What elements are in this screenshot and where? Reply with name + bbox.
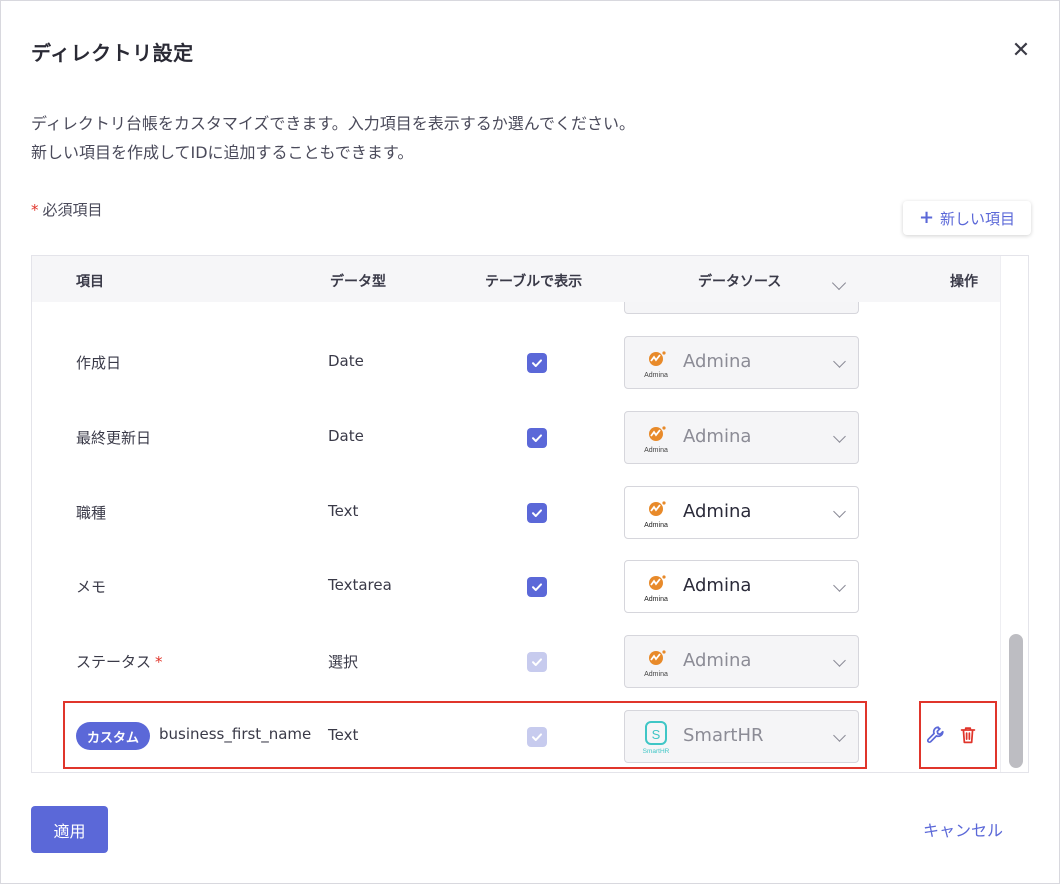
data-source-select-memo[interactable]: Admina Admina [624,560,859,613]
row-name-job: 職種 [76,504,107,522]
show-checkbox-memo[interactable] [527,577,547,597]
admina-logo-icon: Admina [644,501,668,529]
fields-table: 項目 データ型 テーブルで表示 データソース 操作 作成日 Date Admin… [31,255,1029,773]
required-note-label: 必須項目 [42,201,103,219]
row-type-job: Text [328,502,359,520]
cancel-button[interactable]: キャンセル [923,817,1003,841]
new-item-label: 新しい項目 [940,209,1016,228]
admina-logo-icon: Admina [644,426,668,454]
row-name-memo: メモ [76,578,107,596]
svg-text:Admina: Admina [644,447,668,454]
chevron-down-icon [833,579,846,592]
row-type-status: 選択 [328,653,359,671]
chevron-down-icon [833,654,846,667]
row-name-status-label: ステータス [76,653,152,671]
plus-icon: + [918,207,935,228]
row-type-memo: Textarea [328,576,392,594]
data-source-label: Admina [683,351,752,372]
data-source-label: Admina [683,426,752,447]
highlight-actions [919,701,997,769]
data-source-select-updated[interactable]: Admina Admina [624,411,859,464]
data-source-label: Admina [683,575,752,596]
show-checkbox-created[interactable] [527,353,547,373]
chevron-down-icon [833,505,846,518]
row-name-status: ステータス * [76,651,163,672]
data-source-label: Admina [683,501,752,522]
required-note: * 必須項目 [31,199,103,220]
admina-logo-icon: Admina [644,650,668,678]
svg-text:Admina: Admina [644,671,668,678]
header-data-source: データソース [698,274,782,290]
row-type-updated: Date [328,427,364,445]
highlight-custom-row [63,701,867,769]
data-source-label: Admina [683,650,752,671]
show-checkbox-updated[interactable] [527,428,547,448]
svg-text:Admina: Admina [644,596,668,603]
chevron-down-icon [833,355,846,368]
row-name-updated: 最終更新日 [76,429,152,447]
header-data-type: データ型 [330,274,386,290]
chevron-down-icon [831,275,847,291]
table-header: 項目 データ型 テーブルで表示 データソース 操作 [32,256,1000,302]
header-actions: 操作 [950,274,978,290]
data-source-select-job[interactable]: Admina Admina [624,486,859,539]
scrollbar-thumb[interactable] [1009,634,1023,768]
show-checkbox-job[interactable] [527,503,547,523]
data-source-select-created[interactable]: Admina Admina [624,336,859,389]
close-icon[interactable]: ✕ [1007,37,1035,65]
data-source-select-status[interactable]: Admina Admina [624,635,859,688]
header-show-in-table: テーブルで表示 [485,274,583,290]
required-star-icon: * [31,201,39,219]
description-line-1: ディレクトリ台帳をカスタマイズできます。入力項目を表示するか選んでください。 [31,114,636,133]
admina-logo-icon: Admina [644,575,668,603]
svg-text:Admina: Admina [644,522,668,529]
chevron-down-icon [833,430,846,443]
row-name-created: 作成日 [76,354,122,372]
required-star-icon: * [155,653,163,671]
admina-logo-icon: Admina [644,351,668,379]
new-item-button[interactable]: + 新しい項目 [903,201,1031,235]
svg-text:Admina: Admina [644,372,668,379]
directory-settings-dialog: ディレクトリ設定 ✕ ディレクトリ台帳をカスタマイズできます。入力項目を表示する… [0,0,1060,884]
dialog-title: ディレクトリ設定 [31,41,194,65]
apply-button[interactable]: 適用 [31,806,108,853]
description-line-2: 新しい項目を作成してIDに追加することもできます。 [31,143,414,162]
dialog-description: ディレクトリ台帳をカスタマイズできます。入力項目を表示するか選んでください。 新… [31,109,635,167]
row-type-created: Date [328,352,364,370]
show-checkbox-status [527,652,547,672]
header-item: 項目 [76,274,104,290]
